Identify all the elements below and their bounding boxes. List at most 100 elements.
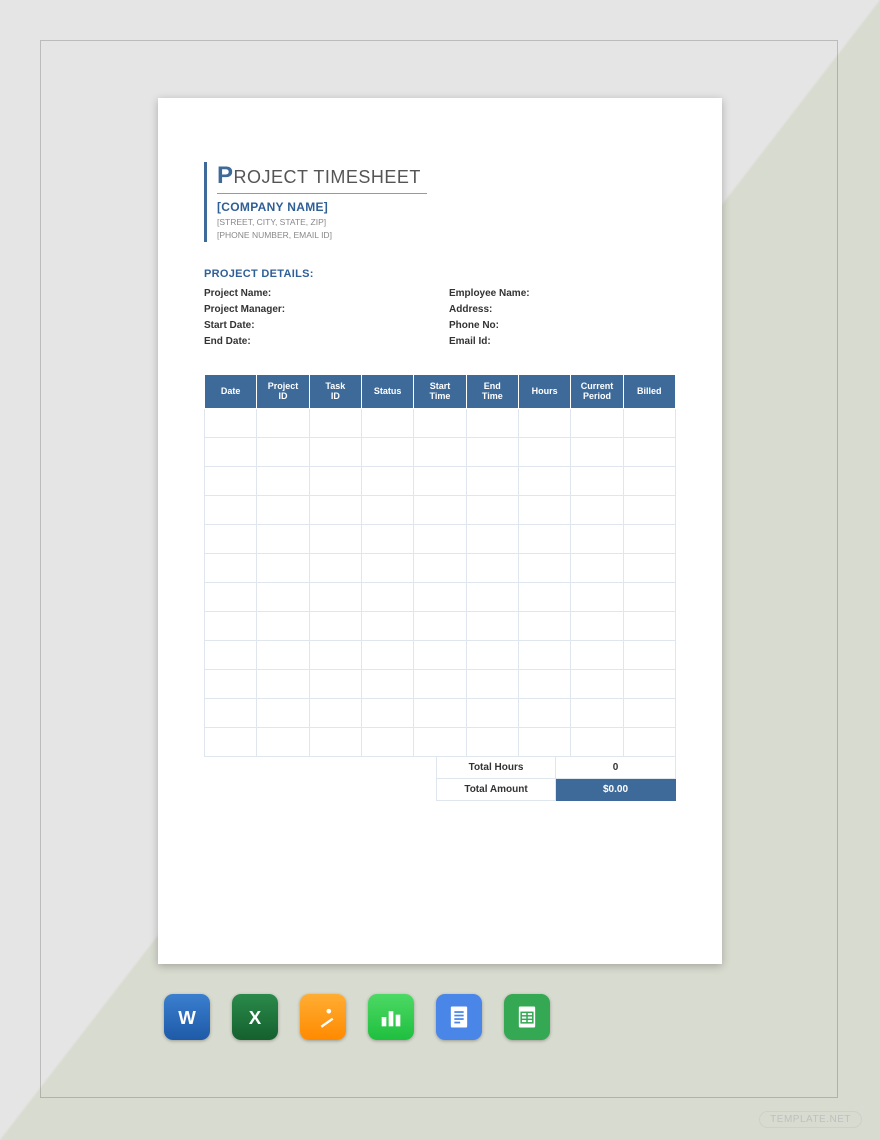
table-cell: [466, 438, 518, 467]
table-cell: [518, 670, 570, 699]
table-cell: [361, 525, 413, 554]
google-docs-icon[interactable]: [436, 994, 482, 1040]
table-header-row: DateProjectIDTaskIDStatusStartTimeEndTim…: [205, 374, 676, 409]
google-sheets-icon[interactable]: [504, 994, 550, 1040]
table-header-cell: Hours: [518, 374, 570, 409]
table-header-cell: Status: [361, 374, 413, 409]
table-cell: [257, 641, 309, 670]
table-cell: [623, 496, 675, 525]
table-row: [205, 699, 676, 728]
table-cell: [309, 670, 361, 699]
table-cell: [623, 728, 675, 757]
table-cell: [257, 670, 309, 699]
table-cell: [361, 699, 413, 728]
table-cell: [623, 467, 675, 496]
table-cell: [414, 409, 466, 438]
table-cell: [414, 467, 466, 496]
table-cell: [414, 641, 466, 670]
table-cell: [623, 641, 675, 670]
table-cell: [518, 641, 570, 670]
table-cell: [257, 699, 309, 728]
table-cell: [361, 641, 413, 670]
table-row: [205, 728, 676, 757]
table-cell: [361, 409, 413, 438]
table-cell: [414, 699, 466, 728]
address-line-2: [PHONE NUMBER, EMAIL ID]: [217, 229, 427, 242]
totals-block: Total Hours 0 Total Amount $0.00: [204, 757, 676, 801]
section-heading: PROJECT DETAILS:: [204, 268, 676, 280]
table-cell: [309, 409, 361, 438]
table-cell: [623, 612, 675, 641]
table-cell: [518, 583, 570, 612]
table-cell: [257, 467, 309, 496]
table-cell: [205, 583, 257, 612]
table-cell: [361, 583, 413, 612]
table-cell: [518, 409, 570, 438]
table-cell: [466, 409, 518, 438]
table-header-cell: Date: [205, 374, 257, 409]
table-cell: [571, 438, 623, 467]
title-block: PROJECT TIMESHEET [COMPANY NAME] [STREET…: [204, 162, 427, 242]
table-cell: [309, 612, 361, 641]
table-header-cell: Billed: [623, 374, 675, 409]
table-row: [205, 554, 676, 583]
table-cell: [623, 699, 675, 728]
svg-text:W: W: [178, 1007, 196, 1028]
table-cell: [414, 554, 466, 583]
address-line-1: [STREET, CITY, STATE, ZIP]: [217, 216, 427, 229]
total-hours-label: Total Hours: [436, 757, 556, 779]
title-rest: ROJECT TIMESHEET: [234, 167, 421, 187]
title-capital: P: [217, 162, 234, 189]
table-cell: [466, 496, 518, 525]
table-cell: [361, 554, 413, 583]
table-cell: [466, 699, 518, 728]
pages-icon[interactable]: [300, 994, 346, 1040]
table-cell: [518, 438, 570, 467]
table-cell: [205, 728, 257, 757]
table-cell: [205, 525, 257, 554]
details-right-column: Employee Name: Address: Phone No: Email …: [449, 288, 676, 352]
word-icon[interactable]: W: [164, 994, 210, 1040]
numbers-icon[interactable]: [368, 994, 414, 1040]
table-cell: [623, 670, 675, 699]
table-cell: [257, 554, 309, 583]
table-cell: [623, 438, 675, 467]
total-amount-label: Total Amount: [436, 779, 556, 801]
table-cell: [623, 525, 675, 554]
table-cell: [309, 438, 361, 467]
table-cell: [518, 728, 570, 757]
table-cell: [257, 496, 309, 525]
excel-icon[interactable]: X: [232, 994, 278, 1040]
table-cell: [571, 583, 623, 612]
table-cell: [571, 554, 623, 583]
table-row: [205, 641, 676, 670]
company-address: [STREET, CITY, STATE, ZIP] [PHONE NUMBER…: [217, 216, 427, 242]
page-title: PROJECT TIMESHEET: [217, 162, 427, 194]
table-cell: [518, 699, 570, 728]
table-row: [205, 438, 676, 467]
table-cell: [414, 496, 466, 525]
table-cell: [205, 438, 257, 467]
table-cell: [571, 525, 623, 554]
table-cell: [466, 612, 518, 641]
table-cell: [257, 409, 309, 438]
table-cell: [571, 409, 623, 438]
table-cell: [623, 554, 675, 583]
table-cell: [623, 409, 675, 438]
table-header-cell: TaskID: [309, 374, 361, 409]
table-cell: [205, 496, 257, 525]
svg-text:X: X: [249, 1007, 262, 1028]
format-icons-row: W X: [164, 994, 550, 1040]
table-cell: [205, 467, 257, 496]
table-cell: [361, 438, 413, 467]
table-cell: [205, 641, 257, 670]
table-cell: [205, 670, 257, 699]
field-employee-name: Employee Name:: [449, 288, 676, 299]
table-cell: [466, 554, 518, 583]
table-header-cell: StartTime: [414, 374, 466, 409]
table-row: [205, 612, 676, 641]
table-cell: [518, 525, 570, 554]
table-cell: [571, 670, 623, 699]
table-cell: [205, 612, 257, 641]
table-cell: [518, 554, 570, 583]
